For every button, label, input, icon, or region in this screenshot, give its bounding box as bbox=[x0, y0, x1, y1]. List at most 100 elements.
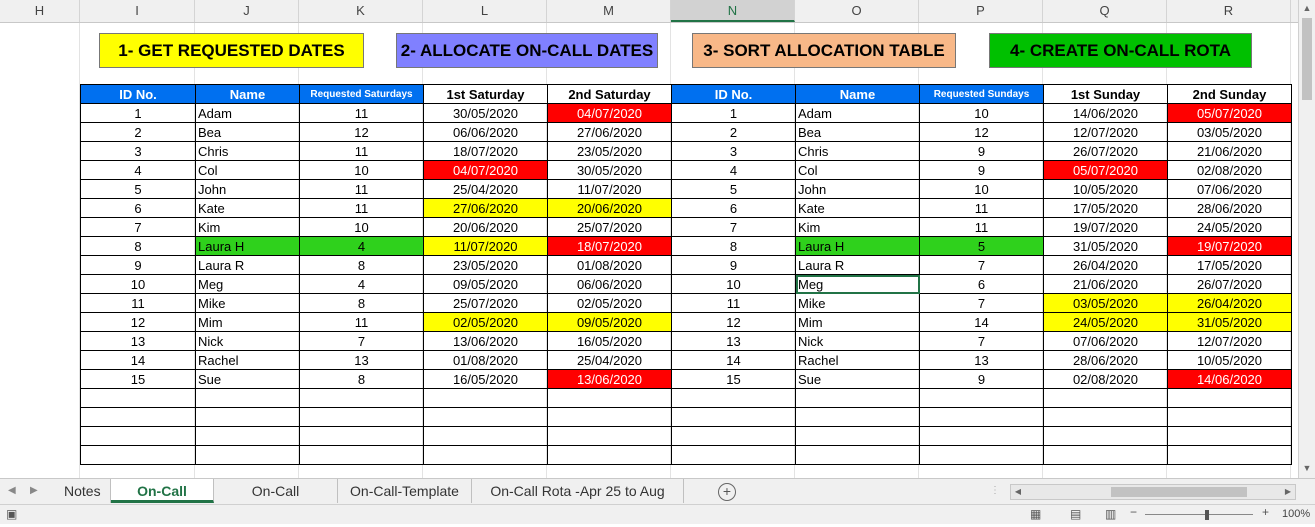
table-cell[interactable]: 13/06/2020 bbox=[547, 369, 672, 389]
empty-cell[interactable] bbox=[1043, 407, 1168, 427]
empty-cell[interactable] bbox=[547, 445, 672, 465]
table-cell[interactable]: 8 bbox=[299, 293, 424, 313]
table-cell[interactable]: 4 bbox=[299, 274, 424, 294]
table-cell[interactable]: 14/06/2020 bbox=[1167, 369, 1292, 389]
empty-cell[interactable] bbox=[423, 445, 548, 465]
table-cell[interactable]: 9 bbox=[80, 255, 196, 275]
table-cell[interactable]: 9 bbox=[919, 141, 1044, 161]
empty-cell[interactable] bbox=[919, 407, 1044, 427]
table-cell[interactable]: 14/06/2020 bbox=[1043, 103, 1168, 123]
empty-cell[interactable] bbox=[80, 445, 196, 465]
table-cell[interactable]: 10/05/2020 bbox=[1167, 350, 1292, 370]
column-header-P[interactable]: P bbox=[919, 0, 1043, 22]
table-cell[interactable]: 11 bbox=[299, 103, 424, 123]
sheet-tab-5[interactable]: On-Call Rota -Apr 25 to Aug 02 bbox=[472, 479, 684, 523]
table-cell[interactable]: 20/06/2020 bbox=[547, 198, 672, 218]
column-header-K[interactable]: K bbox=[299, 0, 423, 22]
table-cell[interactable]: 12 bbox=[299, 122, 424, 142]
table-cell[interactable]: Laura R bbox=[795, 255, 920, 275]
zoom-level[interactable]: 100% bbox=[1282, 508, 1310, 520]
tab-split-icon[interactable]: ⋮ bbox=[990, 479, 1000, 503]
worksheet-grid[interactable]: 1- GET REQUESTED DATES 2- ALLOCATE ON-CAL… bbox=[0, 23, 1298, 478]
table-cell[interactable]: 24/05/2020 bbox=[1167, 217, 1292, 237]
table-cell[interactable]: 5 bbox=[919, 236, 1044, 256]
table-cell[interactable]: 10/05/2020 bbox=[1043, 179, 1168, 199]
table-cell[interactable]: Kim bbox=[795, 217, 920, 237]
empty-cell[interactable] bbox=[1167, 426, 1292, 446]
table-cell[interactable]: 18/07/2020 bbox=[547, 236, 672, 256]
table-cell[interactable]: Mim bbox=[195, 312, 300, 332]
empty-cell[interactable] bbox=[80, 426, 196, 446]
empty-cell[interactable] bbox=[1167, 388, 1292, 408]
table-cell[interactable]: Chris bbox=[795, 141, 920, 161]
table-cell[interactable]: 2 bbox=[671, 122, 796, 142]
macro-button-1[interactable]: 1- GET REQUESTED DATES bbox=[99, 33, 364, 68]
table-cell[interactable]: Adam bbox=[795, 103, 920, 123]
table-cell[interactable]: 01/08/2020 bbox=[547, 255, 672, 275]
table-cell[interactable]: 25/04/2020 bbox=[423, 179, 548, 199]
table-cell[interactable]: 11 bbox=[671, 293, 796, 313]
empty-cell[interactable] bbox=[195, 388, 300, 408]
table-cell[interactable]: 11/07/2020 bbox=[423, 236, 548, 256]
table-cell[interactable]: 12/07/2020 bbox=[1043, 122, 1168, 142]
table-cell[interactable]: Rachel bbox=[795, 350, 920, 370]
table-cell[interactable]: 07/06/2020 bbox=[1043, 331, 1168, 351]
table-cell[interactable]: 30/05/2020 bbox=[423, 103, 548, 123]
sheet-tab-2[interactable]: On-Call Rota bbox=[111, 479, 214, 523]
tab-scroll-right-icon[interactable]: ▶ bbox=[30, 479, 38, 503]
empty-cell[interactable] bbox=[423, 407, 548, 427]
table-header-cell[interactable]: Name bbox=[195, 84, 300, 104]
table-cell[interactable]: 7 bbox=[919, 331, 1044, 351]
table-cell[interactable]: 5 bbox=[80, 179, 196, 199]
empty-cell[interactable] bbox=[423, 426, 548, 446]
table-cell[interactable]: 17/05/2020 bbox=[1167, 255, 1292, 275]
table-cell[interactable]: 06/06/2020 bbox=[423, 122, 548, 142]
empty-cell[interactable] bbox=[195, 426, 300, 446]
table-cell[interactable]: 3 bbox=[80, 141, 196, 161]
table-cell[interactable]: Rachel bbox=[195, 350, 300, 370]
zoom-slider[interactable] bbox=[1145, 514, 1253, 515]
column-header-M[interactable]: M bbox=[547, 0, 671, 22]
scroll-down-icon[interactable]: ▼ bbox=[1299, 460, 1315, 476]
table-cell[interactable]: 21/06/2020 bbox=[1167, 141, 1292, 161]
table-cell[interactable]: Nick bbox=[195, 331, 300, 351]
zoom-out-icon[interactable]: − bbox=[1130, 505, 1137, 519]
table-cell[interactable]: 02/08/2020 bbox=[1167, 160, 1292, 180]
table-cell[interactable]: 11 bbox=[80, 293, 196, 313]
empty-cell[interactable] bbox=[919, 388, 1044, 408]
table-cell[interactable]: 12 bbox=[671, 312, 796, 332]
table-cell[interactable]: 02/08/2020 bbox=[1043, 369, 1168, 389]
table-cell[interactable]: Meg bbox=[795, 274, 920, 294]
table-cell[interactable]: 1 bbox=[80, 103, 196, 123]
table-cell[interactable]: 04/07/2020 bbox=[547, 103, 672, 123]
page-break-preview-icon[interactable]: ▥ bbox=[1105, 507, 1116, 521]
table-cell[interactable]: 8 bbox=[671, 236, 796, 256]
table-cell[interactable]: 23/05/2020 bbox=[547, 141, 672, 161]
table-cell[interactable]: 13 bbox=[80, 331, 196, 351]
add-sheet-icon[interactable]: + bbox=[718, 483, 736, 501]
zoom-slider-knob[interactable] bbox=[1205, 510, 1209, 520]
table-cell[interactable]: 12 bbox=[80, 312, 196, 332]
table-cell[interactable]: 6 bbox=[80, 198, 196, 218]
sheet-tab-4[interactable]: On-Call-Template bbox=[338, 479, 472, 503]
empty-cell[interactable] bbox=[795, 445, 920, 465]
table-cell[interactable]: 5 bbox=[671, 179, 796, 199]
empty-cell[interactable] bbox=[299, 407, 424, 427]
table-cell[interactable]: 26/07/2020 bbox=[1043, 141, 1168, 161]
table-cell[interactable]: 15 bbox=[671, 369, 796, 389]
column-header-O[interactable]: O bbox=[795, 0, 919, 22]
table-cell[interactable]: Laura H bbox=[795, 236, 920, 256]
column-header-L[interactable]: L bbox=[423, 0, 547, 22]
table-cell[interactable]: 11 bbox=[299, 179, 424, 199]
table-cell[interactable]: 31/05/2020 bbox=[1043, 236, 1168, 256]
table-cell[interactable]: 14 bbox=[919, 312, 1044, 332]
macro-button-3[interactable]: 3- SORT ALLOCATION TABLE bbox=[692, 33, 956, 68]
table-cell[interactable]: 28/06/2020 bbox=[1167, 198, 1292, 218]
table-cell[interactable]: 24/05/2020 bbox=[1043, 312, 1168, 332]
table-cell[interactable]: Kate bbox=[795, 198, 920, 218]
column-header-R[interactable]: R bbox=[1167, 0, 1291, 22]
column-header-Q[interactable]: Q bbox=[1043, 0, 1167, 22]
table-cell[interactable]: 27/06/2020 bbox=[547, 122, 672, 142]
zoom-in-icon[interactable]: + bbox=[1262, 505, 1269, 519]
table-cell[interactable]: 16/05/2020 bbox=[423, 369, 548, 389]
